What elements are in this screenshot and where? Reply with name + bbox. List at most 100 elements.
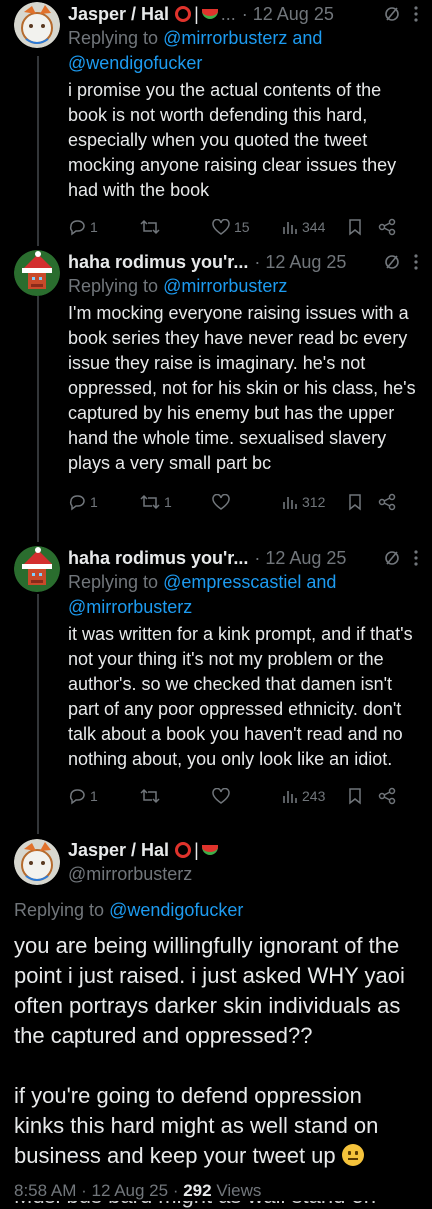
main-name-row: Jasper / Hal | [68,838,218,862]
reply-icon [68,493,86,511]
retweet-button[interactable]: 1 [140,493,212,511]
main-author: Jasper / Hal | @mirrorbusterz [14,838,418,886]
replying-to-label: Replying to [14,900,105,920]
views-count: 243 [302,788,326,804]
share-icon [378,787,396,805]
bookmark-icon [348,787,362,805]
grok-icon[interactable] [384,550,400,566]
main-tweet: Jasper / Hal | @mirrorbusterz Replying t… [0,838,432,1209]
mention-link[interactable]: @wendigofucker [109,900,243,920]
divider-glyph: | [194,840,199,860]
avatar[interactable] [14,2,60,48]
views-button[interactable]: 243 [282,788,348,804]
more-options-icon[interactable] [414,254,418,270]
avatar[interactable] [14,250,60,296]
like-button[interactable] [212,788,282,804]
main-paragraph-2: if you're going to defend oppression kin… [14,1081,418,1171]
tweet-header: haha rodimus you'r... · 12 Aug 25 [68,244,418,274]
main-paragraph-2-text: if you're going to defend oppression kin… [14,1083,379,1168]
views-icon [282,219,298,235]
reply-count: 1 [90,788,98,804]
tweet-time[interactable]: · 12 Aug 25 [254,250,346,274]
views-count: 312 [302,494,326,510]
retweet-button[interactable] [140,787,212,805]
bookmark-button[interactable] [348,787,378,805]
like-button[interactable] [212,494,282,510]
watermelon-icon [201,9,218,19]
tweet-time[interactable]: · 12 Aug 25 [242,2,334,26]
replying-to: Replying to @wendigofucker [14,898,418,923]
truncation-ellipsis: ... [220,4,236,24]
post-date[interactable]: 12 Aug 25 [92,1181,169,1200]
retweet-icon [140,218,160,236]
retweet-count: 1 [164,494,172,510]
cutoff-text: Musi bus bard might as wall stand on [14,1201,418,1209]
grok-icon[interactable] [384,6,400,22]
tweet[interactable]: Jasper / Hal | ... · 12 Aug 25 Replying … [0,0,432,241]
bookmark-icon [348,493,362,511]
views-count: 344 [302,219,326,235]
more-options-icon[interactable] [414,6,418,22]
share-icon [378,493,396,511]
heart-icon [212,219,230,235]
reply-icon [68,787,86,805]
handle[interactable]: @mirrorbusterz [68,862,218,886]
display-name[interactable]: haha rodimus you'r... [68,546,248,570]
replying-to: Replying to @empresscastiel and @mirrorb… [68,570,418,620]
like-button[interactable]: 15 [212,219,282,235]
post-time[interactable]: 8:58 AM [14,1181,76,1200]
reply-count: 1 [90,494,98,510]
more-options-icon[interactable] [414,550,418,566]
avatar[interactable] [14,839,60,885]
action-bar: 1 15 344 [68,213,418,241]
tweet-header: Jasper / Hal | ... · 12 Aug 25 [68,0,418,26]
tweet[interactable]: haha rodimus you'r... · 12 Aug 25 Replyi… [0,244,432,516]
heart-icon [212,494,230,510]
main-paragraph-1: you are being willingfully ignorant of t… [14,933,405,1048]
reply-button[interactable]: 1 [68,493,140,511]
bookmark-icon [348,218,362,236]
red-circle-icon [175,6,192,22]
retweet-icon [140,787,160,805]
avatar[interactable] [14,546,60,592]
replying-to-label: Replying to [68,28,159,48]
red-circle-icon [175,842,192,858]
mention-link[interactable]: @mirrorbusterz [163,276,287,296]
replying-to-label: Replying to [68,276,159,296]
reply-icon [68,218,86,236]
tweet-header: haha rodimus you'r... · 12 Aug 25 [68,540,418,570]
retweet-button[interactable] [140,218,212,236]
share-button[interactable] [378,218,396,236]
tweet-time[interactable]: · 12 Aug 25 [254,546,346,570]
tweet-text: i promise you the actual contents of the… [68,80,397,200]
tweet-text: I'm mocking everyone raising issues with… [68,303,416,473]
views-button[interactable]: 312 [282,494,348,510]
bookmark-button[interactable] [348,493,378,511]
display-name[interactable]: Jasper / Hal [68,2,169,26]
reply-button[interactable]: 1 [68,218,140,236]
display-name[interactable]: haha rodimus you'r... [68,250,248,274]
grok-icon[interactable] [384,254,400,270]
replying-to: Replying to @mirrorbusterz and @wendigof… [68,26,418,76]
display-name[interactable]: Jasper / Hal [68,838,169,862]
views-label: Views [216,1181,262,1200]
views-icon [282,494,298,510]
action-bar: 1 1 312 [68,488,418,516]
divider-glyph: | [194,4,199,24]
share-button[interactable] [378,493,396,511]
tweet-footer: 8:58 AM · 12 Aug 25 · 292 Views [14,1181,262,1200]
watermelon-icon [201,845,218,855]
neutral-face-emoji-icon [341,1144,364,1166]
share-icon [378,218,396,236]
tweet-text: it was written for a kink prompt, and if… [68,624,413,769]
views-button[interactable]: 344 [282,219,348,235]
views-icon [282,788,298,804]
tweet[interactable]: haha rodimus you'r... · 12 Aug 25 Replyi… [0,540,432,810]
cutoff-text-row: Musi bus bard might as wall stand on [14,1201,418,1209]
share-button[interactable] [378,787,396,805]
bookmark-button[interactable] [348,218,378,236]
action-bar: 1 243 [68,782,418,810]
replying-to-label: Replying to [68,572,159,592]
reply-button[interactable]: 1 [68,787,140,805]
replying-to: Replying to @mirrorbusterz [68,274,418,299]
